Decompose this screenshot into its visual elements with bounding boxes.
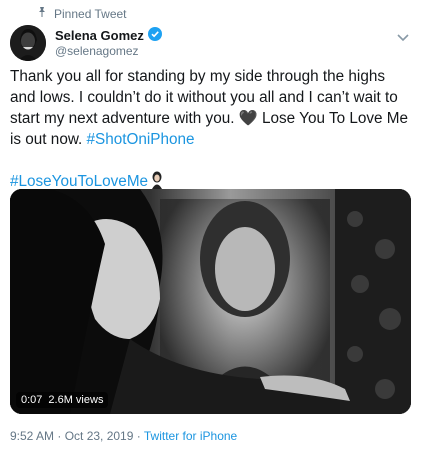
pinned-text: Pinned Tweet [54, 6, 127, 21]
tweet-meta: 9:52 AM · Oct 23, 2019 · Twitter for iPh… [10, 429, 237, 443]
video-player[interactable]: 0:07 2.6M views [10, 189, 411, 414]
tweet-source-link[interactable]: Twitter for iPhone [144, 429, 237, 443]
video-views: 2.6M views [48, 394, 104, 406]
user-handle[interactable]: @selenagomez [55, 44, 139, 58]
pin-icon [36, 6, 48, 21]
avatar[interactable] [10, 25, 46, 61]
tweet-text: Thank you all for standing by my side th… [10, 66, 410, 195]
hashtag-loseyoutoloveme[interactable]: #LoseYouToLoveMe [10, 173, 148, 190]
video-time: 0:07 [21, 394, 43, 406]
tweet-timestamp[interactable]: 9:52 AM · Oct 23, 2019 · [10, 429, 144, 443]
pinned-tweet-label: Pinned Tweet [36, 6, 127, 21]
hashtag-shotoniphone[interactable]: #ShotOniPhone [87, 131, 195, 148]
verified-badge-icon [147, 27, 162, 44]
user-name-row[interactable]: Selena Gomez [55, 27, 162, 44]
chevron-down-icon[interactable] [396, 30, 410, 44]
display-name[interactable]: Selena Gomez [55, 28, 144, 43]
video-stats-overlay: 0:07 2.6M views [16, 392, 109, 408]
black-heart-emoji: 🖤 [238, 110, 258, 127]
